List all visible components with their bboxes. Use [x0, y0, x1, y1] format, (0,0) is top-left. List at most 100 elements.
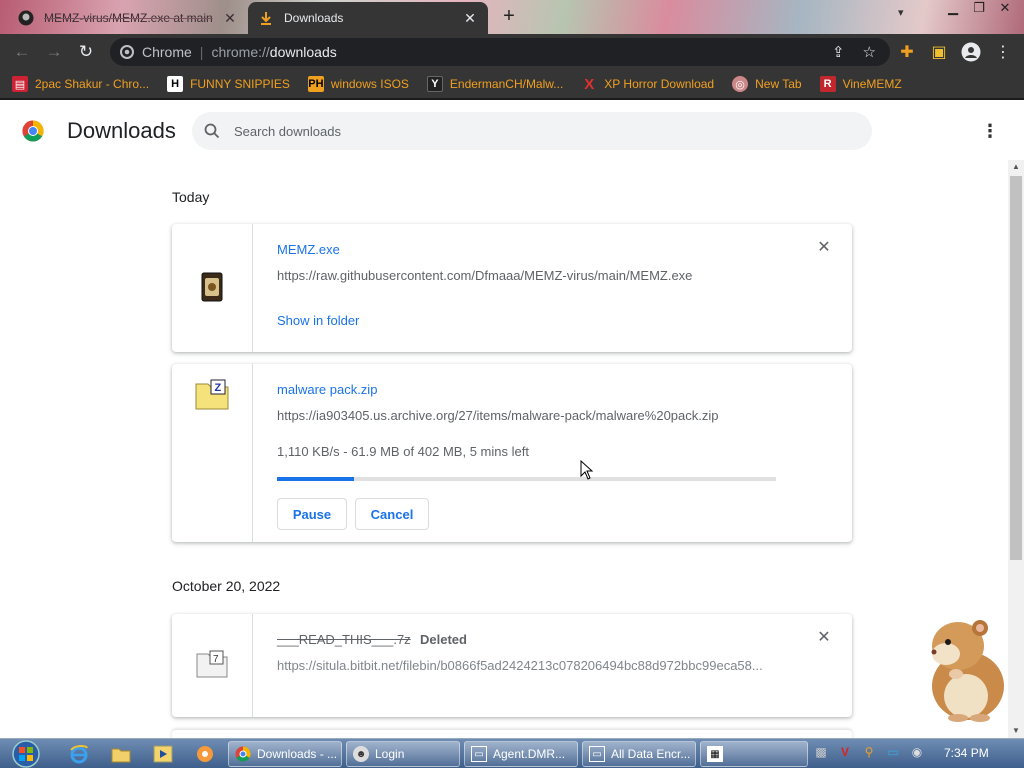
bookmark-item[interactable]: Y EndermanCH/Malw...: [426, 76, 563, 92]
show-in-folder-link[interactable]: Show in folder: [277, 313, 359, 328]
download-status: 1,110 KB/s - 61.9 MB of 402 MB, 5 mins l…: [277, 444, 529, 459]
tab-title: MEMZ-virus/MEMZ.exe at main: [44, 11, 213, 25]
unknown-file-icon: 7: [196, 650, 228, 678]
reload-icon[interactable]: ↻: [70, 36, 102, 68]
star-icon[interactable]: ☆: [863, 43, 876, 61]
cancel-button[interactable]: Cancel: [355, 498, 429, 530]
separator: |: [199, 44, 204, 60]
search-downloads-input[interactable]: Search downloads: [192, 112, 872, 150]
back-icon[interactable]: ←: [6, 36, 38, 68]
bookmark-item[interactable]: ◎ New Tab: [732, 76, 802, 92]
bookmark-label: FUNNY SNIPPIES: [190, 77, 290, 91]
bookmark-item[interactable]: X XP Horror Download: [581, 75, 715, 93]
media-player-icon[interactable]: [152, 743, 174, 765]
x-favicon-icon: X: [584, 75, 595, 93]
share-icon[interactable]: ⇪: [832, 43, 845, 61]
github-icon: [18, 10, 34, 26]
search-placeholder: Search downloads: [234, 123, 341, 139]
tab-memz-github[interactable]: MEMZ-virus/MEMZ.exe at main ✕: [8, 2, 248, 34]
taskbar-window-downloads[interactable]: Downloads - ...: [228, 741, 342, 767]
remove-from-list-icon[interactable]: ✕: [816, 240, 832, 256]
app-icon: ☻: [353, 746, 369, 762]
close-tab-icon[interactable]: ✕: [222, 10, 238, 27]
window-icon: ▭: [471, 746, 487, 762]
site-label: Chrome: [142, 44, 192, 60]
tray-monitor-icon[interactable]: ▭: [884, 743, 902, 761]
taskbar-window-label: Downloads - ...: [257, 747, 338, 761]
download-filename-link[interactable]: MEMZ.exe: [277, 242, 340, 257]
bookmark-label: 2pac Shakur - Chro...: [35, 77, 150, 91]
close-window-icon[interactable]: ✕: [994, 0, 1016, 18]
taskbar-window-all-data[interactable]: ▭ All Data Encr...: [582, 741, 696, 767]
taskbar-window-label: Login: [375, 747, 405, 761]
download-url[interactable]: https://ia903405.us.archive.org/27/items…: [277, 408, 719, 423]
profile-avatar-icon[interactable]: [960, 41, 982, 63]
downloads-header: Downloads Search downloads ⋮: [0, 102, 1008, 162]
start-orb-icon[interactable]: [6, 739, 46, 768]
chevron-down-icon[interactable]: ▾: [898, 6, 914, 22]
app-shortcut-icon[interactable]: [194, 743, 216, 765]
h-favicon-icon: H: [167, 76, 184, 92]
download-filename-link[interactable]: malware pack.zip: [277, 382, 377, 397]
pause-button[interactable]: Pause: [277, 498, 347, 530]
download-url[interactable]: https://raw.githubusercontent.com/Dfmaaa…: [277, 268, 692, 283]
tray-network-icon[interactable]: ▩: [812, 743, 830, 761]
taskbar-window-login[interactable]: ☻ Login: [346, 741, 460, 767]
bookmark-item[interactable]: R VineMEMZ: [819, 76, 902, 92]
bookmark-label: XP Horror Download: [604, 77, 715, 91]
restore-icon[interactable]: ❐: [968, 0, 990, 18]
taskbar-clock[interactable]: 7:34 PM: [944, 746, 989, 760]
bookmarks-bar: ▤ 2pac Shakur - Chro... H FUNNY SNIPPIES…: [0, 70, 1024, 100]
browser-toolbar: ← → ↻ Chrome | chrome://downloads ⇪ ☆ ✚ …: [0, 34, 1024, 70]
bookmark-item[interactable]: PH windows ISOS: [307, 76, 409, 92]
download-icon: [258, 10, 274, 26]
deleted-filename: ___READ_THIS___.7z: [277, 632, 411, 647]
tab-title: Downloads: [284, 11, 344, 25]
scroll-down-arrow-icon[interactable]: ▼: [1008, 724, 1024, 738]
bookmark-label: New Tab: [755, 77, 802, 91]
taskbar-window-label: All Data Encr...: [611, 747, 691, 761]
tray-search-icon[interactable]: ⚲: [860, 743, 878, 761]
bookmark-item[interactable]: H FUNNY SNIPPIES: [167, 76, 290, 92]
svg-text:Z: Z: [215, 382, 222, 394]
taskbar-window-label: Agent.DMR...: [493, 747, 566, 761]
page-scrollbar[interactable]: ▲ ▼: [1008, 160, 1024, 738]
kebab-menu-icon[interactable]: ⋮: [992, 41, 1014, 63]
more-actions-icon[interactable]: ⋮: [980, 120, 1000, 142]
taskbar-window-agent[interactable]: ▭ Agent.DMR...: [464, 741, 578, 767]
taskbar-window-unnamed[interactable]: ▦: [700, 741, 808, 767]
section-date-oct20: October 20, 2022: [172, 578, 281, 594]
chrome-logo-icon: [22, 120, 44, 142]
search-icon: [204, 123, 220, 139]
bookmark-favicon-icon: ▤: [12, 76, 28, 92]
globe-favicon-icon: ◎: [732, 76, 749, 92]
minimize-icon[interactable]: ▁: [942, 0, 964, 18]
window-icon: ▭: [589, 746, 605, 762]
deleted-tag: Deleted: [420, 632, 467, 647]
address-bar[interactable]: Chrome | chrome://downloads ⇪ ☆: [110, 38, 890, 66]
system-tray: ▩ V ⚲ ▭ ◉: [812, 743, 926, 761]
tray-antivirus-icon[interactable]: V: [836, 743, 854, 761]
tray-volume-icon[interactable]: ◉: [908, 743, 926, 761]
new-tab-button[interactable]: +: [498, 6, 520, 28]
download-url[interactable]: https://situla.bitbit.net/filebin/b0866f…: [277, 658, 763, 673]
close-tab-icon[interactable]: ✕: [462, 10, 478, 27]
side-panel-icon[interactable]: ▣: [928, 41, 950, 63]
tab-strip: MEMZ-virus/MEMZ.exe at main ✕ Downloads …: [0, 0, 1024, 34]
downloads-page: Downloads Search downloads ⋮ Today MEMZ.…: [0, 102, 1008, 750]
remove-from-list-icon[interactable]: ✕: [816, 630, 832, 646]
tab-downloads[interactable]: Downloads ✕: [248, 2, 488, 34]
internet-explorer-icon[interactable]: [68, 743, 90, 765]
bookmark-item[interactable]: ▤ 2pac Shakur - Chro...: [12, 76, 149, 92]
extensions-icon[interactable]: ✚: [896, 41, 918, 63]
yp-favicon-icon: Y: [426, 76, 443, 92]
download-item: MEMZ.exe https://raw.githubusercontent.c…: [172, 224, 852, 352]
r-favicon-icon: R: [819, 76, 836, 92]
scrollbar-thumb[interactable]: [1010, 176, 1022, 560]
download-item: 7 ___READ_THIS___.7z Deleted https://sit…: [172, 614, 852, 717]
svg-text:7: 7: [213, 654, 219, 665]
app-icon: ▦: [707, 746, 723, 762]
file-explorer-icon[interactable]: [110, 743, 132, 765]
forward-icon[interactable]: →: [38, 36, 70, 68]
scroll-up-arrow-icon[interactable]: ▲: [1008, 160, 1024, 174]
